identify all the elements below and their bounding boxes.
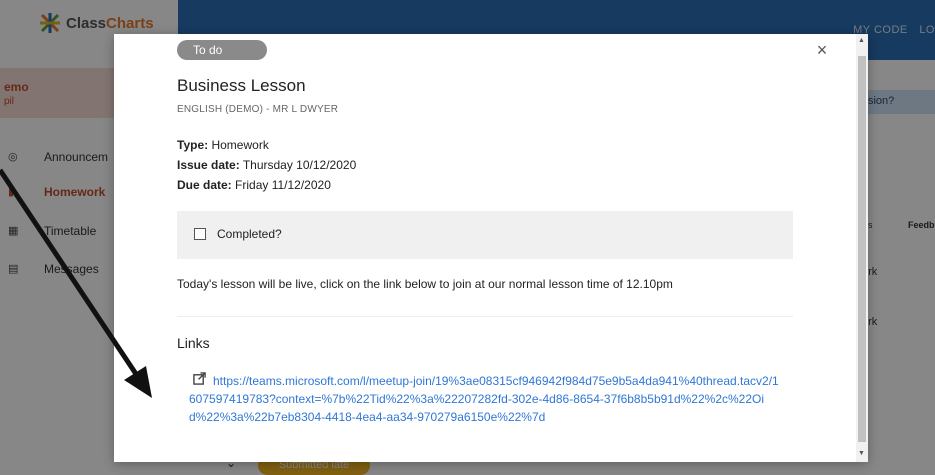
- homework-subtitle: ENGLISH (DEMO) - MR L DWYER: [177, 104, 339, 115]
- links-heading: Links: [177, 335, 210, 351]
- homework-description: Today's lesson will be live, click on th…: [177, 277, 673, 291]
- meeting-link[interactable]: https://teams.microsoft.com/l/meetup-joi…: [189, 372, 779, 426]
- due-date: Due date: Friday 11/12/2020: [177, 178, 331, 192]
- homework-modal: To do Business Lesson ENGLISH (DEMO) - M…: [114, 34, 868, 462]
- status-badge: To do: [177, 40, 267, 60]
- homework-title: Business Lesson: [177, 76, 306, 95]
- scroll-down-arrow-icon[interactable]: ▼: [858, 450, 865, 457]
- homework-type: Type: Homework: [177, 138, 269, 152]
- completed-section: Completed?: [177, 211, 793, 259]
- scrollbar-thumb[interactable]: [858, 56, 866, 442]
- issue-date: Issue date: Thursday 10/12/2020: [177, 158, 357, 172]
- completed-checkbox[interactable]: [194, 228, 206, 240]
- close-button[interactable]: ×: [814, 40, 830, 60]
- divider: [177, 316, 793, 317]
- scroll-up-arrow-icon[interactable]: ▲: [858, 37, 865, 44]
- completed-label[interactable]: Completed?: [217, 227, 282, 241]
